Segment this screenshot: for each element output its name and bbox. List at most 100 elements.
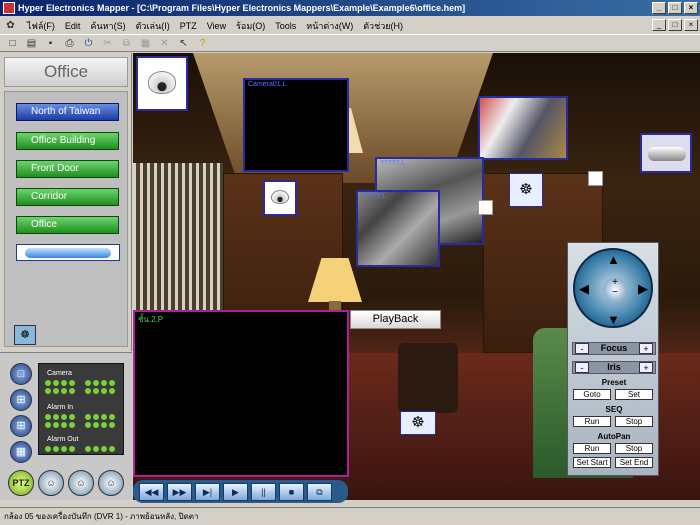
- menu-window[interactable]: หน้าต่าง(W): [306, 19, 353, 33]
- marker-square-b[interactable]: [588, 171, 603, 186]
- menu-help[interactable]: ตัวช่วย(H): [363, 19, 403, 33]
- menu-view[interactable]: View: [207, 21, 226, 31]
- nav-office-building[interactable]: Office Building: [16, 132, 119, 150]
- playback-view[interactable]: ชั้น.2.P: [133, 310, 349, 477]
- minimize-button[interactable]: _: [652, 2, 666, 14]
- autopan-run-button[interactable]: Run: [573, 443, 611, 454]
- alarm-out-label: Alarm Out: [47, 436, 79, 443]
- rewind-button[interactable]: ◀◀: [139, 482, 164, 501]
- autopan-set-start-button[interactable]: Set Start: [573, 457, 611, 468]
- copy-frame-button[interactable]: ⧉: [307, 482, 332, 501]
- paste-icon[interactable]: ▦: [139, 37, 152, 50]
- play-button[interactable]: ▶: [223, 482, 248, 501]
- camera-view-b[interactable]: ?????.L: [356, 190, 440, 267]
- power-icon[interactable]: ⏻: [82, 37, 95, 50]
- pan-left-icon[interactable]: ◀: [579, 281, 589, 297]
- device-status-panel: □ ⊞ ⊞ ▦ Camera Alarm In Alarm Out PTZ ☺: [0, 352, 132, 500]
- sixteen-view-button[interactable]: ▦: [10, 441, 32, 463]
- delete-icon[interactable]: ✕: [158, 37, 171, 50]
- pause-button[interactable]: ||: [251, 482, 276, 501]
- mdi-restore-button[interactable]: □: [668, 19, 682, 31]
- seq-stop-button[interactable]: Stop: [615, 416, 653, 427]
- menu-player[interactable]: ตัวเล่น(I): [136, 19, 170, 33]
- autopan-stop-button[interactable]: Stop: [615, 443, 653, 454]
- ptz-control-panel: ▲ ▼ ◀ ▶ + − Focus - + Iris - + Preset Go…: [567, 242, 659, 476]
- snapshot-button[interactable]: ☺: [68, 470, 94, 496]
- globe-map-icon-lower[interactable]: ☸: [400, 411, 436, 435]
- nine-view-button[interactable]: ⊞: [10, 415, 32, 437]
- mdi-close-button[interactable]: ×: [684, 19, 698, 31]
- zoom-out-label[interactable]: −: [612, 287, 618, 298]
- focus-minus-button[interactable]: -: [575, 343, 589, 354]
- new-icon[interactable]: □: [6, 37, 19, 50]
- menu-app-icon[interactable]: ✿: [4, 19, 17, 32]
- maximize-button[interactable]: □: [668, 2, 682, 14]
- camera-view-top-right[interactable]: [478, 96, 568, 160]
- tilt-down-icon[interactable]: ▼: [607, 312, 620, 327]
- dome-camera-small-icon[interactable]: [263, 180, 297, 216]
- map-slider[interactable]: [16, 244, 120, 261]
- pan-right-icon[interactable]: ▶: [638, 281, 648, 297]
- autopan-set-end-button[interactable]: Set End: [615, 457, 653, 468]
- focus-plus-button[interactable]: +: [639, 343, 653, 354]
- preset-goto-button[interactable]: Goto: [573, 389, 611, 400]
- stop-button[interactable]: ■: [279, 482, 304, 501]
- playback-transport: ◀◀ ▶▶ ▶| ▶ || ■ ⧉: [133, 480, 348, 503]
- dome-camera-icon[interactable]: [136, 56, 188, 111]
- mdi-minimize-button[interactable]: _: [652, 19, 666, 31]
- io-status-panel: Camera Alarm In Alarm Out: [38, 363, 124, 455]
- camera-b-label: ?????.L: [361, 193, 387, 200]
- menu-search[interactable]: ค้นหา(S): [90, 19, 125, 33]
- menu-bar: ✿ ไฟล์(F) Edit ค้นหา(S) ตัวเล่น(I) PTZ V…: [0, 17, 700, 34]
- copy-icon[interactable]: ⧉: [120, 37, 133, 50]
- save-icon[interactable]: ▪: [44, 37, 57, 50]
- nav-corridor[interactable]: Corridor: [16, 188, 119, 206]
- tilt-up-icon[interactable]: ▲: [607, 252, 620, 267]
- seq-run-button[interactable]: Run: [573, 416, 611, 427]
- pointer-icon[interactable]: ↖: [177, 37, 190, 50]
- window-title: Hyper Electronics Mapper - [C:\Program F…: [18, 3, 466, 13]
- bullet-camera-icon[interactable]: [640, 133, 692, 173]
- marker-square-a[interactable]: [478, 200, 493, 215]
- menu-options[interactable]: ร้อม(O): [236, 19, 265, 33]
- camera-leds-a: [45, 380, 75, 394]
- scene-window: [133, 163, 223, 313]
- map-title: Office: [4, 57, 128, 87]
- slider-knob[interactable]: [25, 248, 111, 258]
- nav-front-door[interactable]: Front Door: [16, 160, 119, 178]
- globe-map-icon[interactable]: ☸: [509, 173, 543, 207]
- menu-edit[interactable]: Edit: [65, 21, 81, 31]
- open-icon[interactable]: ▤: [25, 37, 38, 50]
- playback-title: PlayBack: [350, 310, 441, 329]
- menu-ptz[interactable]: PTZ: [180, 21, 197, 31]
- nav-north-of-taiwan[interactable]: North of Taiwan: [16, 103, 119, 121]
- camera-a-label: ?????.L: [380, 160, 406, 167]
- alarm-in-leds-a: [45, 414, 75, 428]
- preset-set-button[interactable]: Set: [615, 389, 653, 400]
- iris-plus-button[interactable]: +: [639, 362, 653, 373]
- step-forward-button[interactable]: ▶|: [195, 482, 220, 501]
- camera-label: Camera: [47, 370, 72, 377]
- iris-minus-button[interactable]: -: [575, 362, 589, 373]
- cut-icon[interactable]: ✂: [101, 37, 114, 50]
- title-bar: Hyper Electronics Mapper - [C:\Program F…: [0, 0, 700, 16]
- device-button[interactable]: ☺: [98, 470, 124, 496]
- record-button[interactable]: ☺: [38, 470, 64, 496]
- ptz-joystick[interactable]: ▲ ▼ ◀ ▶ + −: [573, 248, 653, 328]
- close-button[interactable]: ×: [684, 2, 698, 14]
- camera01-view[interactable]: Camera01.L: [243, 78, 349, 172]
- fast-forward-button[interactable]: ▶▶: [167, 482, 192, 501]
- menu-file[interactable]: ไฟล์(F): [27, 19, 55, 33]
- zoom-control[interactable]: + −: [603, 278, 627, 302]
- camera01-label: Camera01.L: [248, 81, 287, 88]
- single-view-button[interactable]: □: [10, 363, 32, 385]
- menu-tools[interactable]: Tools: [275, 21, 296, 31]
- print-icon[interactable]: ⎙: [63, 37, 76, 50]
- map-globe-icon[interactable]: ☸: [14, 325, 36, 345]
- ptz-mode-button[interactable]: PTZ: [8, 470, 34, 496]
- map-navigation-panel: Office North of Taiwan Office Building F…: [0, 53, 132, 351]
- help-icon[interactable]: ?: [196, 37, 209, 50]
- quad-view-button[interactable]: ⊞: [10, 389, 32, 411]
- nav-office[interactable]: Office: [16, 216, 119, 234]
- map-link-list: North of Taiwan Office Building Front Do…: [4, 91, 128, 347]
